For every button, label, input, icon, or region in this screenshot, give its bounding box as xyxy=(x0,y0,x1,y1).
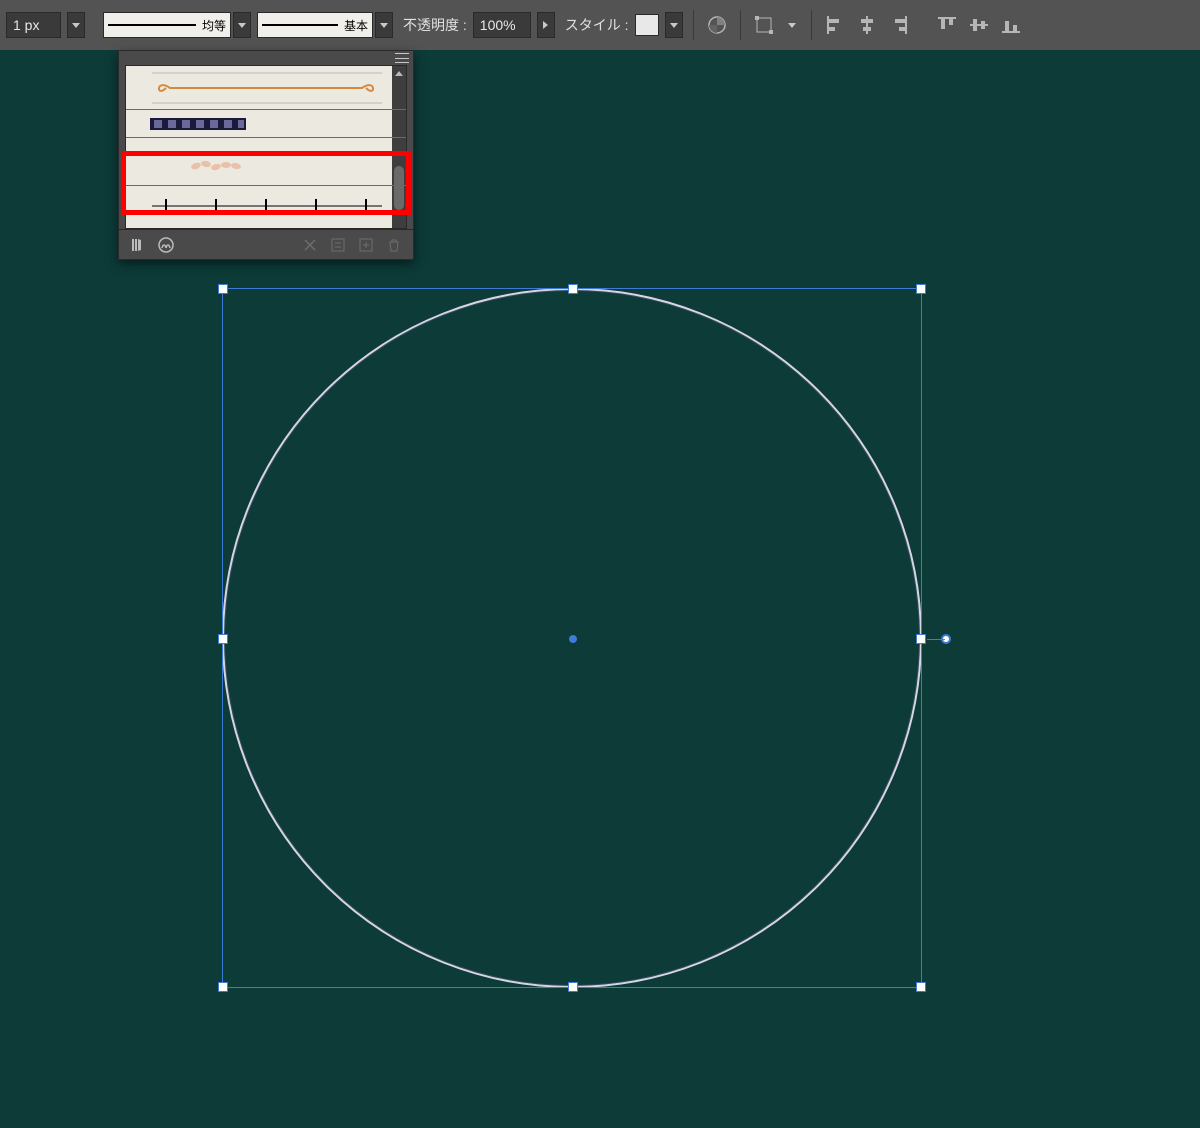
divider xyxy=(693,10,694,40)
handle-se[interactable] xyxy=(916,982,926,992)
handle-nw[interactable] xyxy=(218,284,228,294)
new-brush-icon[interactable] xyxy=(357,236,375,254)
handle-sw[interactable] xyxy=(218,982,228,992)
handle-s[interactable] xyxy=(568,982,578,992)
brush-panel-footer xyxy=(119,229,413,259)
brush-item-leaves[interactable] xyxy=(126,138,406,186)
align-hcenter-icon[interactable] xyxy=(854,12,880,38)
trash-icon[interactable] xyxy=(385,236,403,254)
control-bar: 均等 基本 不透明度 : スタイル : xyxy=(0,0,1200,50)
brush-item-ticks[interactable] xyxy=(126,186,406,226)
align-left-icon[interactable] xyxy=(822,12,848,38)
brush-dropdown[interactable] xyxy=(375,12,393,38)
transform-icon[interactable] xyxy=(751,12,777,38)
align-vcenter-icon[interactable] xyxy=(966,12,992,38)
direction-line xyxy=(927,639,945,640)
brush-item-loop-arrow[interactable] xyxy=(126,66,406,110)
library-icon[interactable] xyxy=(129,236,147,254)
brush-list xyxy=(125,65,407,229)
divider xyxy=(811,10,812,40)
handle-e[interactable] xyxy=(916,634,926,644)
stroke-options-icon[interactable] xyxy=(329,236,347,254)
brush-selector[interactable]: 基本 xyxy=(257,12,393,38)
opacity-flyout[interactable] xyxy=(537,12,555,38)
selection-bounding-box xyxy=(222,288,922,988)
handle-ne[interactable] xyxy=(916,284,926,294)
align-top-icon[interactable] xyxy=(934,12,960,38)
cut-icon[interactable] xyxy=(301,236,319,254)
style-label: スタイル : xyxy=(565,15,629,35)
cc-libraries-icon[interactable] xyxy=(157,236,175,254)
style-swatch[interactable] xyxy=(635,14,659,36)
brush-line-icon xyxy=(262,24,338,26)
panel-menu-icon[interactable] xyxy=(395,53,409,63)
opacity-label: 不透明度 : xyxy=(403,15,467,35)
profile-dropdown[interactable] xyxy=(233,12,251,38)
transform-dropdown[interactable] xyxy=(783,12,801,38)
profile-line-icon xyxy=(108,24,196,26)
handle-n[interactable] xyxy=(568,284,578,294)
style-dropdown[interactable] xyxy=(665,12,683,38)
stroke-width-dropdown[interactable] xyxy=(67,12,85,38)
opacity-input[interactable] xyxy=(473,12,531,38)
brush-panel xyxy=(118,50,414,260)
profile-label: 均等 xyxy=(202,17,226,34)
handle-w[interactable] xyxy=(218,634,228,644)
align-bottom-icon[interactable] xyxy=(998,12,1024,38)
width-profile-selector[interactable]: 均等 xyxy=(103,12,251,38)
stroke-width-input[interactable] xyxy=(6,12,61,38)
brush-label: 基本 xyxy=(344,17,368,34)
recolor-icon[interactable] xyxy=(704,12,730,38)
brush-item-pattern[interactable] xyxy=(126,110,406,138)
center-point xyxy=(569,635,577,643)
divider xyxy=(740,10,741,40)
align-right-icon[interactable] xyxy=(886,12,912,38)
